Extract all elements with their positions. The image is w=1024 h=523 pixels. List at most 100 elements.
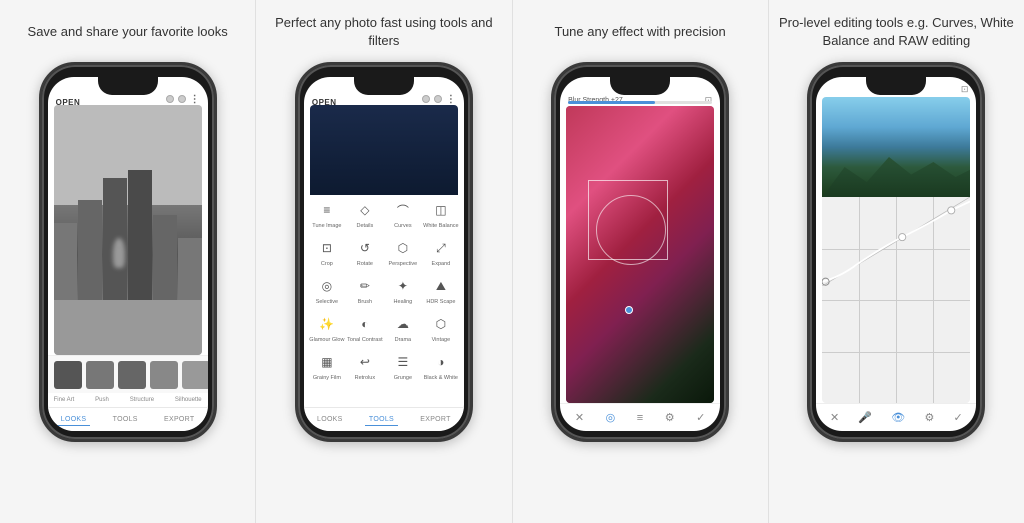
tool-vintage[interactable]: ⬡ Vintage	[422, 313, 460, 343]
caption-3: Tune any effect with precision	[554, 10, 725, 54]
black-white-icon: ◑	[430, 351, 452, 373]
phone-4: ⊡	[807, 62, 985, 442]
tool-black-white[interactable]: ◑ Black & White	[422, 351, 460, 381]
panel-blur: Tune any effect with precision Blur Stre…	[513, 0, 769, 523]
tool-drama[interactable]: ☁ Drama	[384, 313, 422, 343]
flowers-photo	[566, 106, 714, 403]
bottom-nav-1: LOOKS TOOLS EXPORT	[48, 407, 208, 431]
tool-crop[interactable]: ⊡ Crop	[308, 237, 346, 267]
tool-retrolux[interactable]: ↩ Retrolux	[346, 351, 384, 381]
blur-circle	[596, 195, 666, 265]
tool-rotate[interactable]: ↺ Rotate	[346, 237, 384, 267]
filter-structure: Structure	[130, 397, 154, 403]
cancel-icon-4[interactable]: ✕	[830, 411, 839, 424]
tools-row-1: ≡ Tune Image ◇ Details ⌒ Curves ◫	[308, 199, 460, 229]
caption-2: Perfect any photo fast using tools and f…	[262, 10, 505, 54]
tool-details[interactable]: ◇ Details	[346, 199, 384, 229]
vintage-icon: ⬡	[430, 313, 452, 335]
nav-export-1[interactable]: EXPORT	[160, 414, 198, 425]
retrolux-icon: ↩	[354, 351, 376, 373]
tool-tune-image[interactable]: ≡ Tune Image	[308, 199, 346, 229]
selective-icon: ◎	[316, 275, 338, 297]
perspective-label: Perspective	[389, 261, 418, 267]
tool-healing[interactable]: ✦ Healing	[384, 275, 422, 305]
grunge-icon: ☰	[392, 351, 414, 373]
expand-icon: ⤢	[430, 237, 452, 259]
icon-dot-1	[166, 95, 174, 103]
tools-row-3: ◎ Selective ✏ Brush ✦ Healing ⛰	[308, 275, 460, 305]
nav-tools-1[interactable]: TOOLS	[109, 414, 142, 425]
tune-image-icon: ≡	[316, 199, 338, 221]
tool-brush[interactable]: ✏ Brush	[346, 275, 384, 305]
filter-fine-art: Fine Art	[54, 397, 75, 403]
tool-tonal-contrast[interactable]: ◐ Tonal Contrast	[346, 313, 384, 343]
curves-label: Curves	[394, 223, 411, 229]
tool-selective[interactable]: ◎ Selective	[308, 275, 346, 305]
expand-icon-4: ⊡	[961, 77, 969, 95]
edit-icons-4: ✕ 🎤 👁 ⚙ ✓	[816, 403, 976, 431]
confirm-icon-4[interactable]: ✓	[954, 411, 963, 424]
brush-label: Brush	[358, 299, 372, 305]
confirm-icon-3[interactable]: ✓	[696, 411, 705, 424]
main-photo-1	[54, 105, 202, 355]
filter-push: Push	[95, 397, 109, 403]
tool-glamour-glow[interactable]: ✨ Glamour Glow	[308, 313, 346, 343]
mountain-silhouette	[822, 147, 970, 197]
nav-export-2[interactable]: EXPORT	[416, 414, 454, 425]
adjust-icon-3[interactable]: ≡	[637, 412, 643, 424]
phone-2: OPEN ⋮ ≡ Tune Image	[295, 62, 473, 442]
tool-perspective[interactable]: ⬡ Perspective	[384, 237, 422, 267]
rotate-label: Rotate	[357, 261, 373, 267]
thumb-2[interactable]	[86, 361, 114, 389]
caption-4: Pro-level editing tools e.g. Curves, Whi…	[775, 10, 1018, 54]
filter-icon-4[interactable]: ⚙	[924, 411, 934, 424]
tool-curves[interactable]: ⌒ Curves	[384, 199, 422, 229]
notch-3	[610, 77, 670, 95]
cancel-icon-3[interactable]: ✕	[575, 411, 584, 424]
tonal-contrast-label: Tonal Contrast	[347, 337, 382, 343]
more-icon: ⋮	[190, 94, 200, 105]
details-label: Details	[356, 223, 373, 229]
drama-icon: ☁	[392, 313, 414, 335]
thumb-5[interactable]	[182, 361, 208, 389]
panel-tools: Perfect any photo fast using tools and f…	[256, 0, 512, 523]
thumb-strip: +	[48, 355, 208, 393]
tool-grunge[interactable]: ☰ Grunge	[384, 351, 422, 381]
eye-icon-4[interactable]: 👁	[891, 411, 905, 424]
curves-icon: ⌒	[392, 199, 414, 221]
header-icons-2: ⋮	[422, 94, 456, 105]
tool-white-balance[interactable]: ◫ White Balance	[422, 199, 460, 229]
ground	[54, 300, 202, 355]
photo-dark	[310, 105, 458, 195]
nav-tools-2[interactable]: TOOLS	[365, 414, 398, 426]
thumb-1[interactable]	[54, 361, 82, 389]
selective-tool-icon[interactable]: ◎	[606, 411, 616, 424]
filter-icon-3[interactable]: ⚙	[665, 411, 675, 424]
nav-looks-1[interactable]: LOOKS	[57, 414, 91, 426]
tools-grid: ≡ Tune Image ◇ Details ⌒ Curves ◫	[304, 195, 464, 407]
selective-label: Selective	[316, 299, 338, 305]
tools-row-5: ▦ Grainy Film ↩ Retrolux ☰ Grunge ◑	[308, 351, 460, 381]
panel-looks: Save and share your favorite looks OPEN …	[0, 0, 256, 523]
crop-icon: ⊡	[316, 237, 338, 259]
drama-label: Drama	[395, 337, 412, 343]
edit-icons-3: ✕ ◎ ≡ ⚙ ✓	[560, 403, 720, 431]
thumb-3[interactable]	[118, 361, 146, 389]
tool-hdr-scape[interactable]: ⛰ HDR Scape	[422, 275, 460, 305]
tool-expand[interactable]: ⤢ Expand	[422, 237, 460, 267]
nav-looks-2[interactable]: LOOKS	[313, 414, 347, 425]
thumb-4[interactable]	[150, 361, 178, 389]
more-icon-2: ⋮	[446, 94, 456, 105]
tool-grainy-film[interactable]: ▦ Grainy Film	[308, 351, 346, 381]
blur-slider[interactable]	[568, 101, 712, 104]
header-icons: ⋮	[166, 94, 200, 105]
mic-icon-4[interactable]: 🎤	[858, 411, 872, 424]
details-icon: ◇	[354, 199, 376, 221]
vintage-label: Vintage	[432, 337, 451, 343]
glamour-glow-label: Glamour Glow	[309, 337, 344, 343]
curves-photo	[822, 97, 970, 197]
phone-3: Blur Strength +27 ⊡ ✕	[551, 62, 729, 442]
filter-silhouette: Silhouette	[175, 397, 202, 403]
retrolux-label: Retrolux	[355, 375, 375, 381]
icon-dot-3	[422, 95, 430, 103]
